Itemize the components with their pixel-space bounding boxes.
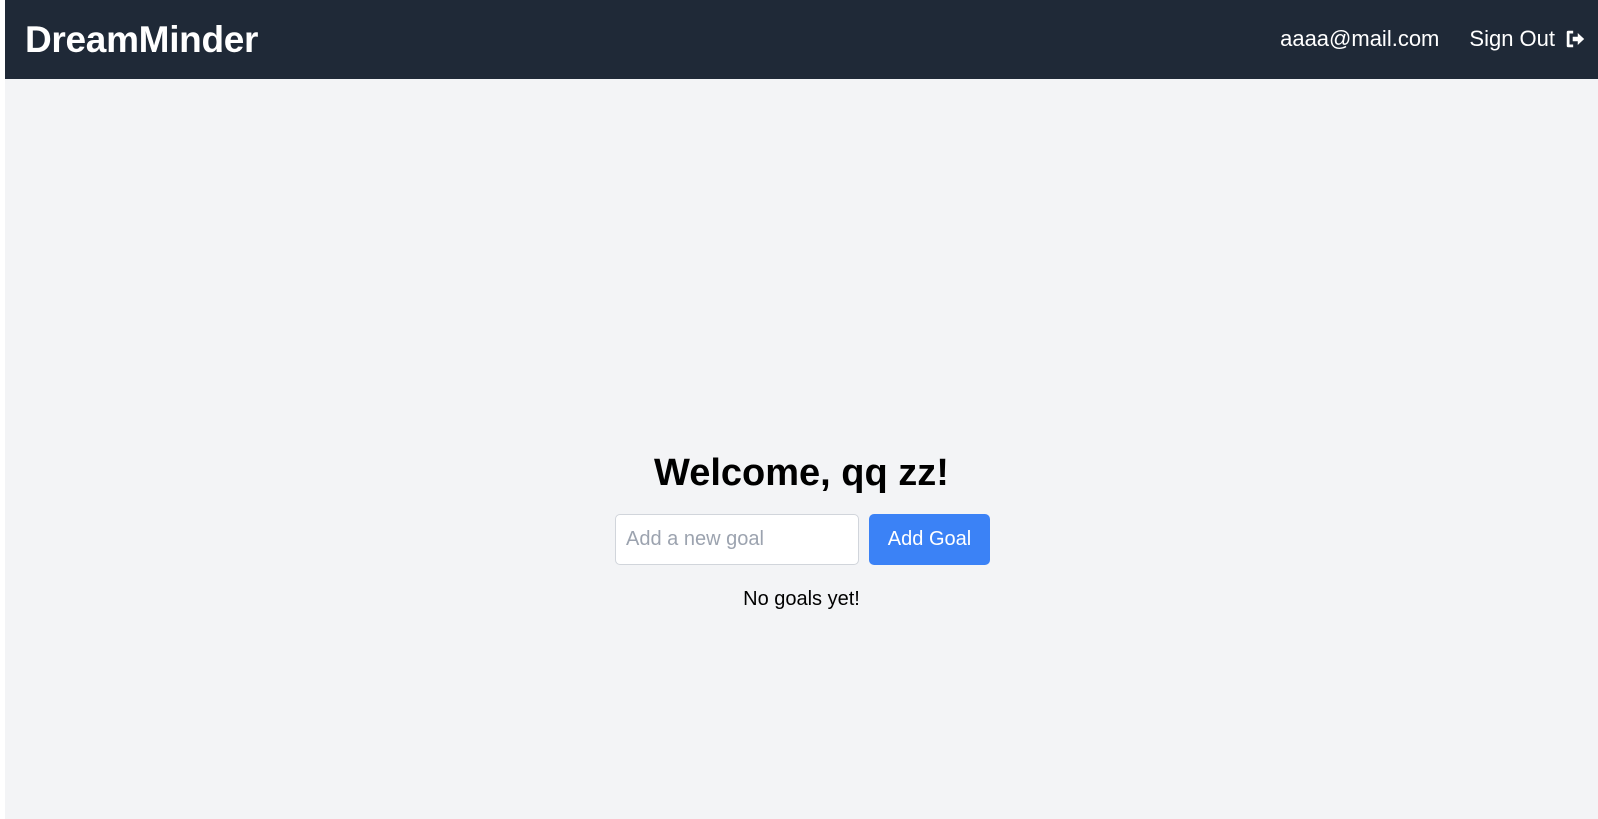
top-navbar: DreamMinder aaaa@mail.com Sign Out [5,0,1598,79]
empty-goals-message: No goals yet! [743,588,860,610]
welcome-heading: Welcome, qq zz! [654,452,949,494]
main-content: Welcome, qq zz! Add Goal No goals yet! [5,79,1598,819]
user-email: aaaa@mail.com [1280,25,1440,51]
goal-input[interactable] [615,514,859,565]
nav-user-area: aaaa@mail.com Sign Out [1280,26,1586,52]
app-window: DreamMinder aaaa@mail.com Sign Out Welco… [0,0,1598,819]
sign-out-label: Sign Out [1469,25,1555,51]
add-goal-button[interactable]: Add Goal [869,514,990,565]
add-goal-form: Add Goal [615,514,990,565]
sign-out-button[interactable]: Sign Out [1469,26,1586,52]
brand-logo[interactable]: DreamMinder [25,19,258,61]
sign-out-icon [1564,28,1586,50]
